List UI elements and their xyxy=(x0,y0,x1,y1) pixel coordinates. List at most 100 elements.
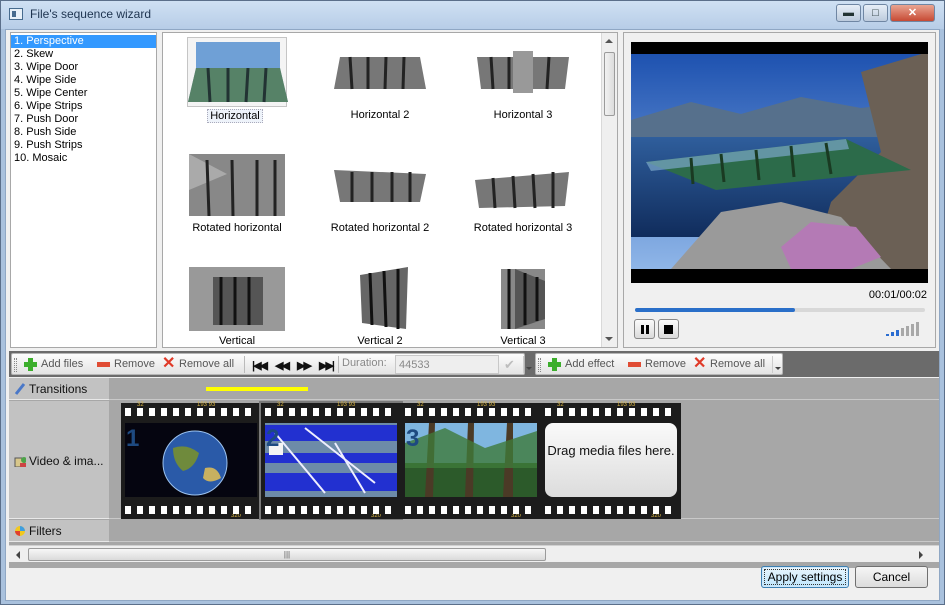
apply-settings-label: Apply settings xyxy=(763,569,847,585)
add-files-button[interactable]: Add files xyxy=(24,355,92,374)
remove-effect-button[interactable]: Remove xyxy=(628,355,688,374)
toolbar-grip[interactable] xyxy=(538,358,541,372)
add-icon xyxy=(548,358,561,371)
gallery-thumbnail xyxy=(187,37,288,107)
effect-list-item[interactable]: 6. Wipe Strips xyxy=(11,100,156,113)
remove-all-button[interactable]: ✕ Remove all xyxy=(162,355,240,374)
transitions-track[interactable] xyxy=(109,378,939,400)
checkmark-icon[interactable]: ✔ xyxy=(504,357,515,373)
apply-settings-button[interactable]: Apply settings xyxy=(761,566,849,588)
effect-gallery[interactable]: Horizontal Horizontal 2 Horizontal 3 Rotate… xyxy=(162,32,618,348)
toolbar-grip[interactable] xyxy=(14,358,17,372)
clip-number: 1 xyxy=(126,425,140,452)
toolbar-overflow-icon[interactable] xyxy=(523,356,533,373)
clip-3[interactable]: 3 32 193 93 320 xyxy=(401,402,541,519)
volume-icon[interactable] xyxy=(886,322,926,336)
close-button[interactable]: ✕ xyxy=(890,4,935,22)
previous-icon[interactable]: ◀◀ xyxy=(275,359,290,372)
effect-list-item[interactable]: 9. Push Strips xyxy=(11,139,156,152)
gallery-item-label: Horizontal 3 xyxy=(493,109,553,121)
last-icon[interactable]: ▶▶| xyxy=(319,359,335,372)
title-bar[interactable]: File's sequence wizard ▬ □ ✕ xyxy=(1,1,944,29)
filters-icon xyxy=(15,526,25,536)
scroll-left-icon[interactable] xyxy=(16,551,20,559)
add-icon xyxy=(24,358,37,371)
filters-track[interactable] xyxy=(109,520,939,542)
gallery-item[interactable]: Rotated horizontal xyxy=(163,146,293,256)
toolbar-separator xyxy=(244,356,245,373)
next-icon[interactable]: ▶▶ xyxy=(297,359,312,372)
toolbar-overflow-icon[interactable] xyxy=(772,356,782,373)
scroll-up-icon[interactable] xyxy=(605,39,613,43)
gallery-scrollbar[interactable] xyxy=(601,33,617,347)
gallery-item-label: Horizontal xyxy=(207,109,263,123)
remove-all-label: Remove all xyxy=(179,358,235,370)
effect-list-item[interactable]: 2. Skew xyxy=(11,48,156,61)
gallery-thumbnail xyxy=(187,150,287,220)
stop-button[interactable] xyxy=(658,319,679,339)
effect-list-item[interactable]: 5. Wipe Center xyxy=(11,87,156,100)
effect-list-item[interactable]: 7. Push Door xyxy=(11,113,156,126)
film-mark: 32 xyxy=(557,402,564,408)
add-files-label: Add files xyxy=(41,358,84,370)
scroll-down-icon[interactable] xyxy=(605,337,613,341)
minimize-button[interactable]: ▬ xyxy=(836,4,861,22)
drop-zone[interactable]: Drag media files here. 32 193 93 320 xyxy=(541,402,681,519)
gallery-item-label: Rotated horizontal 2 xyxy=(330,222,430,234)
gallery-item[interactable]: Vertical 2 xyxy=(306,259,436,347)
effect-list-item[interactable]: 10. Mosaic xyxy=(11,152,156,165)
effect-list[interactable]: 1. Perspective 2. Skew 3. Wipe Door 4. Wipe… xyxy=(10,32,157,348)
clip-2[interactable]: 2 32 193 93 320 xyxy=(259,401,403,521)
transitions-icon xyxy=(14,383,26,395)
remove-all-icon: ✕ xyxy=(162,355,176,372)
timeline-scrollbar[interactable]: ||| xyxy=(9,545,939,562)
timeline-scroll-thumb[interactable]: ||| xyxy=(28,548,546,561)
gallery-item[interactable]: Rotated horizontal 2 xyxy=(306,146,436,256)
gallery-item[interactable]: Rotated horizontal 3 xyxy=(449,146,579,256)
gallery-thumbnail xyxy=(473,37,573,107)
gallery-item-label: Vertical 2 xyxy=(357,335,403,347)
film-mark: 32 xyxy=(137,402,144,408)
gallery-item[interactable]: Vertical 3 xyxy=(449,259,579,347)
preview-video xyxy=(631,42,928,283)
preview-progress-fill xyxy=(635,308,795,312)
gallery-item[interactable]: Horizontal xyxy=(163,33,293,143)
maximize-button[interactable]: □ xyxy=(863,4,888,22)
wizard-window: File's sequence wizard ▬ □ ✕ 1. Perspect… xyxy=(0,0,945,605)
effect-list-item[interactable]: 8. Push Side xyxy=(11,126,156,139)
media-icon xyxy=(14,457,26,467)
video-track[interactable]: 1 32 193 93 320 2 32 193 93 320 3 32 193… xyxy=(109,401,939,521)
clip-1[interactable]: 1 32 193 93 320 xyxy=(121,402,261,519)
clip-number: 3 xyxy=(406,425,420,452)
gallery-scroll-thumb[interactable] xyxy=(604,52,615,116)
remove-icon xyxy=(97,362,110,367)
clip-thumbnail xyxy=(405,423,537,497)
gallery-item-label: Vertical 3 xyxy=(500,335,546,347)
remove-all-effects-button[interactable]: ✕ Remove all xyxy=(693,355,771,374)
effect-list-item[interactable]: 3. Wipe Door xyxy=(11,61,156,74)
film-mark: 193 93 xyxy=(337,402,356,408)
remove-button[interactable]: Remove xyxy=(97,355,157,374)
first-icon[interactable]: |◀◀ xyxy=(252,359,268,372)
preview-pane: 00:01/00:02 xyxy=(623,32,936,348)
pause-button[interactable] xyxy=(634,319,655,339)
gallery-item[interactable]: Horizontal 3 xyxy=(449,33,579,143)
gallery-item-label: Rotated horizontal 3 xyxy=(473,222,573,234)
cancel-button[interactable]: Cancel xyxy=(855,566,928,588)
duration-input[interactable] xyxy=(395,355,499,374)
gallery-item[interactable]: Vertical xyxy=(163,259,293,347)
add-effect-label: Add effect xyxy=(565,358,615,370)
film-mark: 32 xyxy=(417,402,424,408)
media-toolbar: Add files Remove ✕ Remove all |◀◀ ◀◀ ▶▶ … xyxy=(11,353,532,375)
gallery-item-label: Horizontal 2 xyxy=(350,109,410,121)
add-effect-button[interactable]: Add effect xyxy=(548,355,624,374)
track-label-filters: Filters xyxy=(9,520,109,542)
scroll-right-icon[interactable] xyxy=(919,551,923,559)
effect-list-item[interactable]: 1. Perspective xyxy=(11,35,156,48)
gallery-item[interactable]: Horizontal 2 xyxy=(306,33,436,143)
drop-hint: Drag media files here. xyxy=(545,423,677,497)
film-mark: 193 93 xyxy=(477,402,496,408)
transition-marker[interactable] xyxy=(206,387,308,391)
preview-progress[interactable] xyxy=(635,308,925,312)
effect-list-item[interactable]: 4. Wipe Side xyxy=(11,74,156,87)
